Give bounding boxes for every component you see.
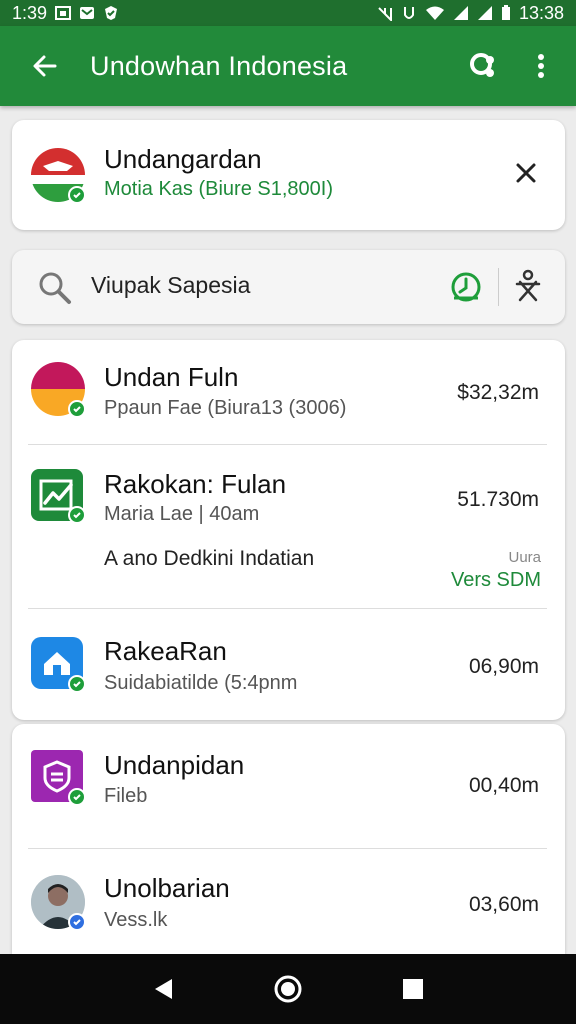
item-extra-label: Uura <box>508 549 541 566</box>
nav-home-icon <box>274 975 302 1003</box>
nav-recents-button[interactable] <box>391 967 435 1011</box>
nfc-icon <box>378 7 392 21</box>
item-extra-line: A ano Dedkini Indatian <box>104 547 315 570</box>
verified-badge-icon <box>68 506 86 524</box>
status-time-left: 1:39 <box>12 2 48 23</box>
share-icon <box>470 53 494 77</box>
verified-badge-icon <box>68 675 86 693</box>
app-bar: Undowhan Indonesia <box>0 26 576 106</box>
close-button[interactable] <box>515 162 539 186</box>
more-vert-icon <box>538 54 544 78</box>
verified-badge-icon <box>68 186 86 204</box>
wifi-icon <box>425 6 444 20</box>
item-amount: 06,90m <box>468 655 539 678</box>
search-input[interactable]: Viupak Sapesia <box>91 272 250 299</box>
status-bar: 1:39 13:38 <box>0 0 576 26</box>
system-nav-bar <box>0 954 576 1024</box>
search-bar[interactable]: Viupak Sapesia <box>12 250 565 324</box>
share-button[interactable] <box>456 26 512 106</box>
gallery-notification-icon <box>55 6 72 20</box>
item-subtitle: Ppaun Fae (Biura13 (3006) <box>104 397 347 419</box>
list-item[interactable]: RakeaRan Suidabiatilde (5:4pnm 06,90m <box>12 609 565 719</box>
item-amount: 51.730m <box>457 488 539 511</box>
item-amount: 03,60m <box>468 893 539 916</box>
back-arrow-icon <box>33 55 57 77</box>
signal-icon <box>453 6 468 20</box>
item-name: Undanpidan <box>104 750 245 780</box>
item-name: Rakokan: Fulan <box>104 469 287 499</box>
verified-badge-icon <box>68 913 86 931</box>
clock-icon <box>451 272 481 302</box>
nav-home-button[interactable] <box>266 967 310 1011</box>
item-amount: $32,32m <box>457 381 539 404</box>
signal-2-icon <box>477 6 492 20</box>
list-item[interactable]: Undanpidan Fileb 00,40m <box>12 724 565 848</box>
page-title: Undowhan Indonesia <box>90 50 348 81</box>
nav-recents-icon <box>403 979 424 999</box>
list-item[interactable]: Undan Fuln Ppaun Fae (Biura13 (3006) $32… <box>12 340 565 444</box>
status-time-right: 13:38 <box>518 2 564 23</box>
verified-badge-icon <box>68 788 86 806</box>
item-name: Unolbarian <box>104 873 230 903</box>
item-subtitle: Vess.lk <box>104 909 168 931</box>
verified-badge-icon <box>68 400 86 418</box>
search-divider <box>498 268 499 306</box>
vibrate-icon <box>403 7 414 19</box>
list-item[interactable]: Rakokan: Fulan Maria Lae | 40am 51.730m … <box>12 445 565 608</box>
history-button[interactable] <box>449 270 483 309</box>
back-button[interactable] <box>0 26 90 106</box>
item-name: RakeaRan <box>104 636 227 666</box>
account-subtitle: Motia Kas (Biure S1,800I) <box>104 178 333 200</box>
item-subtitle: Suidabiatilde (5:4pnm <box>104 672 298 694</box>
nav-back-icon <box>154 979 172 999</box>
account-name: Undangardan <box>104 144 262 174</box>
close-icon <box>516 163 536 183</box>
item-name: Undan Fuln <box>104 362 239 392</box>
transaction-list: Undan Fuln Ppaun Fae (Biura13 (3006) $32… <box>12 340 565 720</box>
item-subtitle: Maria Lae | 40am <box>104 503 260 525</box>
nav-back-button[interactable] <box>141 967 185 1011</box>
filter-button[interactable] <box>511 268 545 309</box>
list-item[interactable]: Unolbarian Vess.lk 03,60m <box>12 849 565 954</box>
item-subtitle: Fileb <box>104 785 148 807</box>
battery-icon <box>501 5 510 20</box>
search-icon <box>39 272 71 304</box>
shield-notification-icon <box>105 6 118 20</box>
transaction-list-2: Undanpidan Fileb 00,40m Unolbarian Vess.… <box>12 724 565 954</box>
mail-notification-icon <box>80 7 95 19</box>
more-options-button[interactable] <box>512 26 570 106</box>
selected-account-card[interactable]: Undangardan Motia Kas (Biure S1,800I) <box>12 120 565 230</box>
item-extra-value: Vers SDM <box>450 569 541 591</box>
item-amount: 00,40m <box>468 774 539 797</box>
person-filter-icon <box>515 269 541 302</box>
